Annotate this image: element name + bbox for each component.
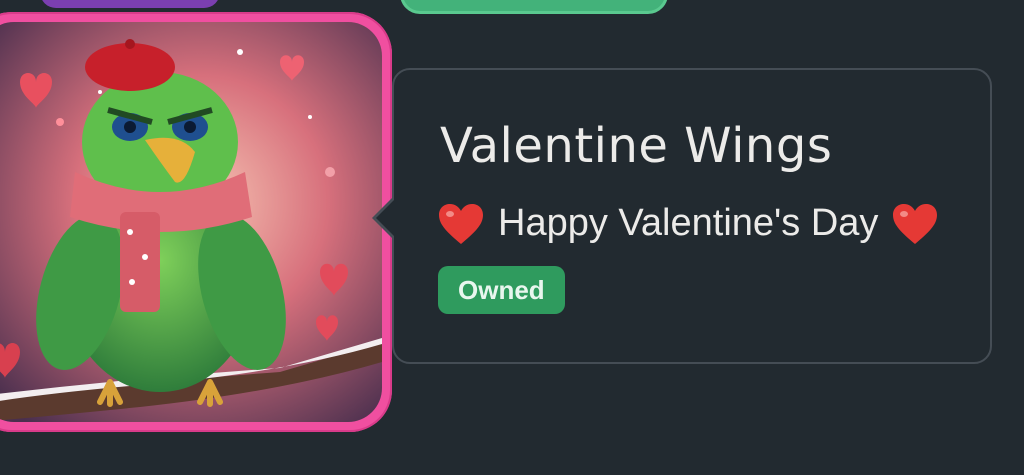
avatar-frame[interactable] — [0, 12, 392, 432]
item-info-card: Valentine Wings Happy Valentine's Day Ow… — [392, 68, 992, 364]
card-pointer-inner — [376, 199, 395, 237]
red-heart-icon — [438, 203, 484, 245]
owned-status-badge: Owned — [438, 266, 565, 314]
item-subtitle: Happy Valentine's Day — [498, 202, 879, 244]
item-subtitle-row: Happy Valentine's Day — [438, 202, 938, 245]
item-title: Valentine Wings — [440, 118, 833, 174]
top-menu-pill-purple[interactable] — [40, 0, 220, 8]
parrot-avatar-image — [0, 22, 382, 422]
top-menu-pill-green[interactable] — [400, 0, 668, 14]
red-heart-icon — [892, 203, 938, 245]
